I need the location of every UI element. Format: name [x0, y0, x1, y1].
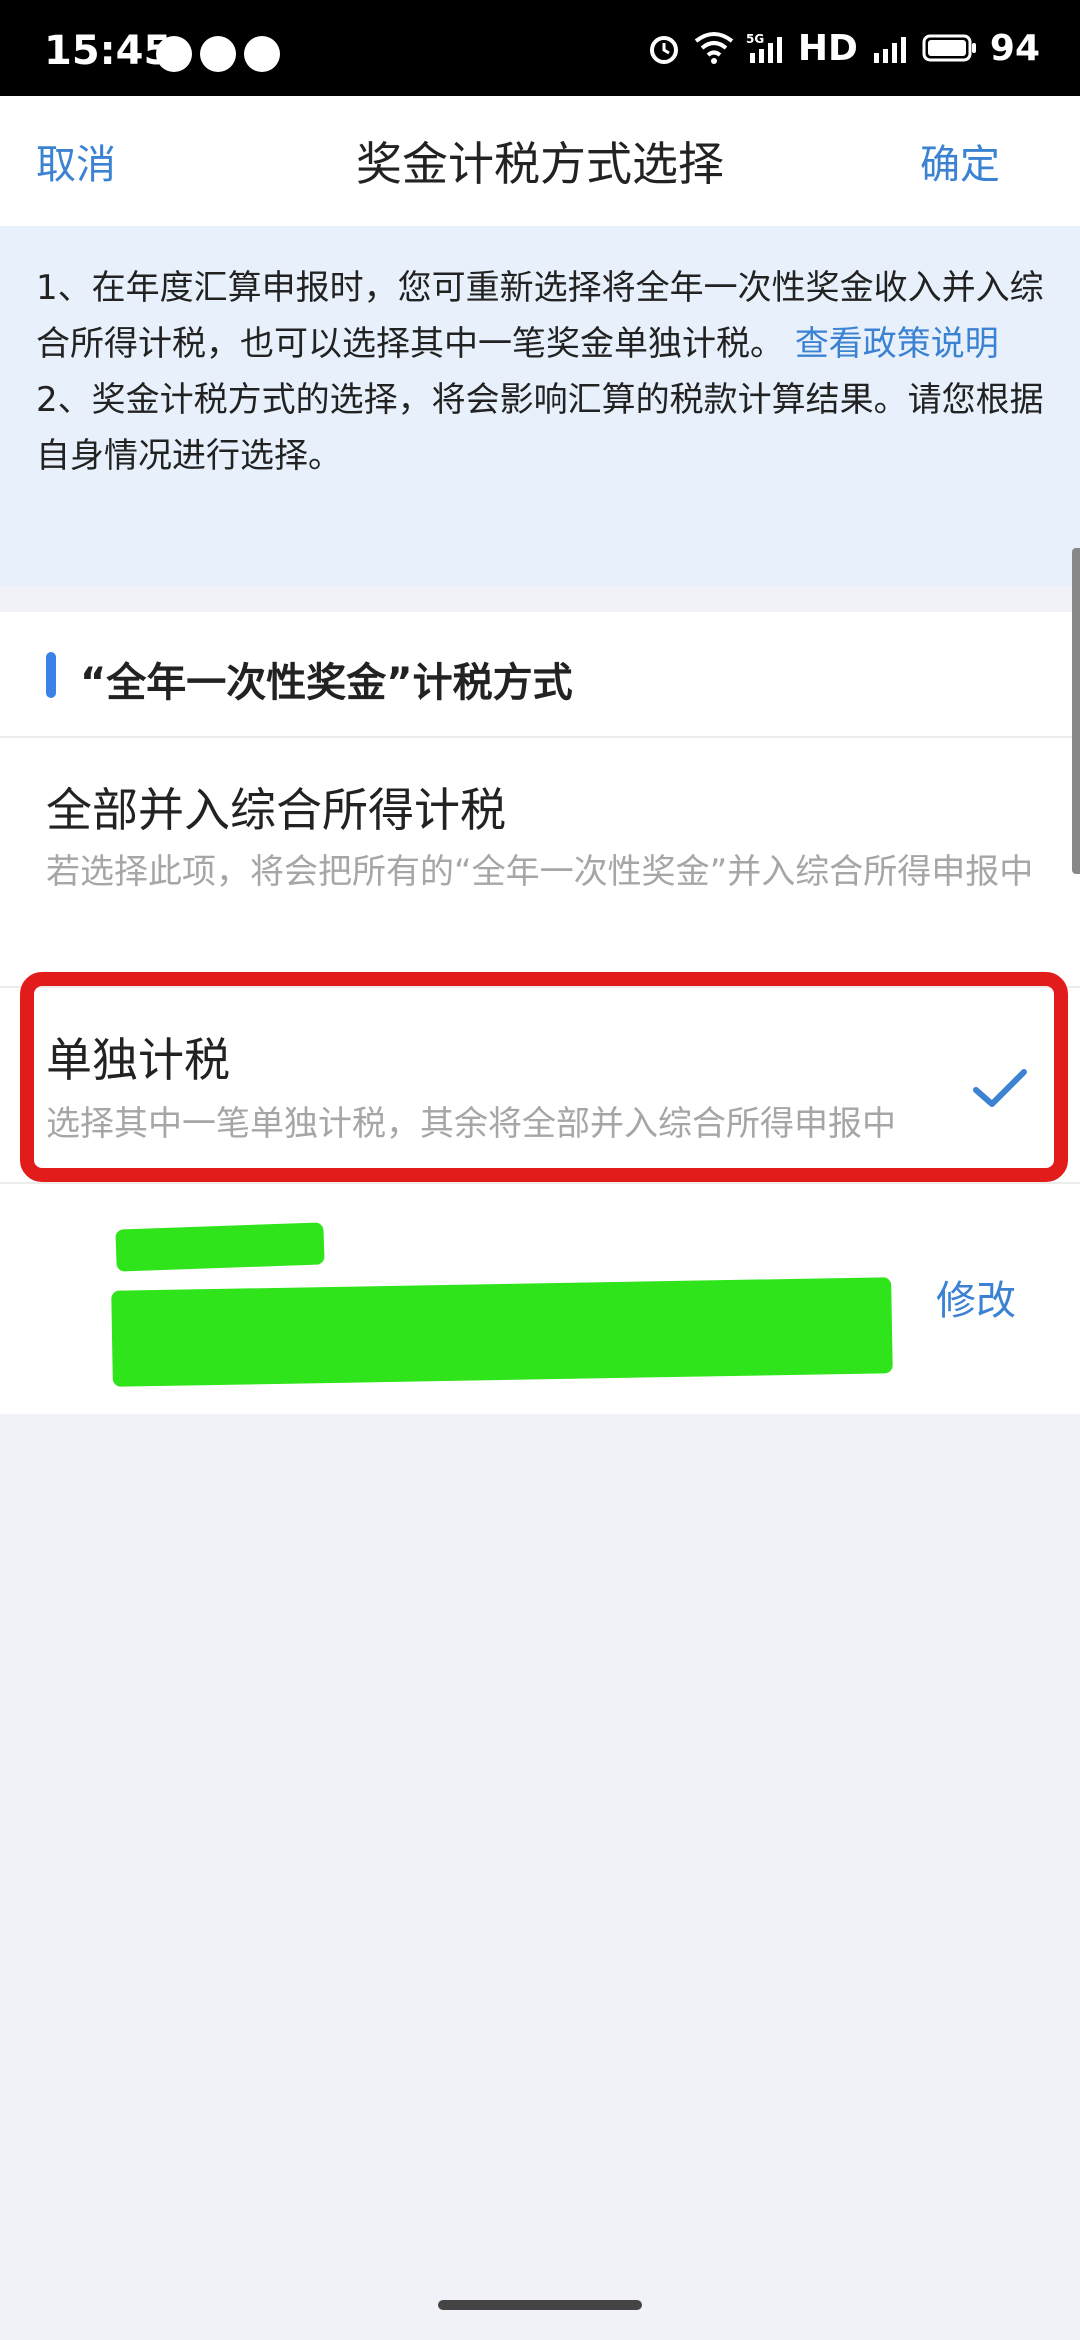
status-bar: 15:45 5G HD 94: [0, 0, 1080, 96]
redaction-mark: [115, 1222, 325, 1272]
chat-bubble-icon: [156, 36, 192, 72]
side-scroll-handle[interactable]: [1072, 548, 1080, 874]
signal-icon: [873, 37, 906, 63]
network-type: HD: [797, 27, 858, 69]
battery-icon: [922, 34, 976, 62]
section-accent-bar: [46, 652, 56, 698]
page-title: 奖金计税方式选择: [356, 137, 724, 191]
option-separate-tax[interactable]: 单独计税 选择其中一笔单独计税，其余将全部并入综合所得申报中: [0, 988, 1080, 1184]
signal-5g-icon: 5G: [746, 32, 782, 63]
info-notice: 1、在年度汇算申报时，您可重新选择将全年一次性奖金收入并入综合所得计税，也可以选…: [0, 226, 1080, 586]
option-title: 全部并入综合所得计税: [46, 783, 506, 837]
edit-button[interactable]: 修改: [936, 1268, 1016, 1326]
option-title: 单独计税: [46, 1033, 230, 1087]
nav-bar: 取消 奖金计税方式选择 确定: [0, 96, 1080, 226]
wifi-icon: [694, 32, 734, 64]
redaction-mark: [111, 1277, 893, 1387]
status-time: 15:45: [44, 28, 172, 74]
option-description: 若选择此项，将会把所有的“全年一次性奖金”并入综合所得申报中: [46, 852, 1034, 892]
status-right-cluster: 5G HD 94: [646, 24, 1040, 72]
section-header: “全年一次性奖金”计税方式: [0, 612, 1080, 738]
bonus-detail-row: 元 修改: [0, 1184, 1080, 1414]
checkmark-icon: [973, 1069, 1027, 1107]
wechat-icon: [244, 36, 280, 72]
home-indicator[interactable]: [438, 2300, 642, 2310]
notice-paragraph-2: 2、奖金计税方式的选择，将会影响汇算的税款计算结果。请您根据自身情况进行选择。: [36, 380, 1044, 476]
confirm-button[interactable]: 确定: [920, 132, 1000, 190]
option-description: 选择其中一笔单独计税，其余将全部并入综合所得申报中: [46, 1104, 896, 1144]
notice-paragraph-1: 1、在年度汇算申报时，您可重新选择将全年一次性奖金收入并入综合所得计税，也可以选…: [36, 260, 1046, 372]
svg-text:5G: 5G: [746, 32, 764, 46]
option-merge-all[interactable]: 全部并入综合所得计税 若选择此项，将会把所有的“全年一次性奖金”并入综合所得申报…: [0, 738, 1080, 988]
alarm-icon: [649, 36, 678, 64]
message-icon: [200, 36, 236, 72]
section-title: “全年一次性奖金”计税方式: [80, 660, 573, 706]
battery-level: 94: [989, 27, 1040, 69]
policy-link[interactable]: 查看政策说明: [795, 324, 999, 364]
